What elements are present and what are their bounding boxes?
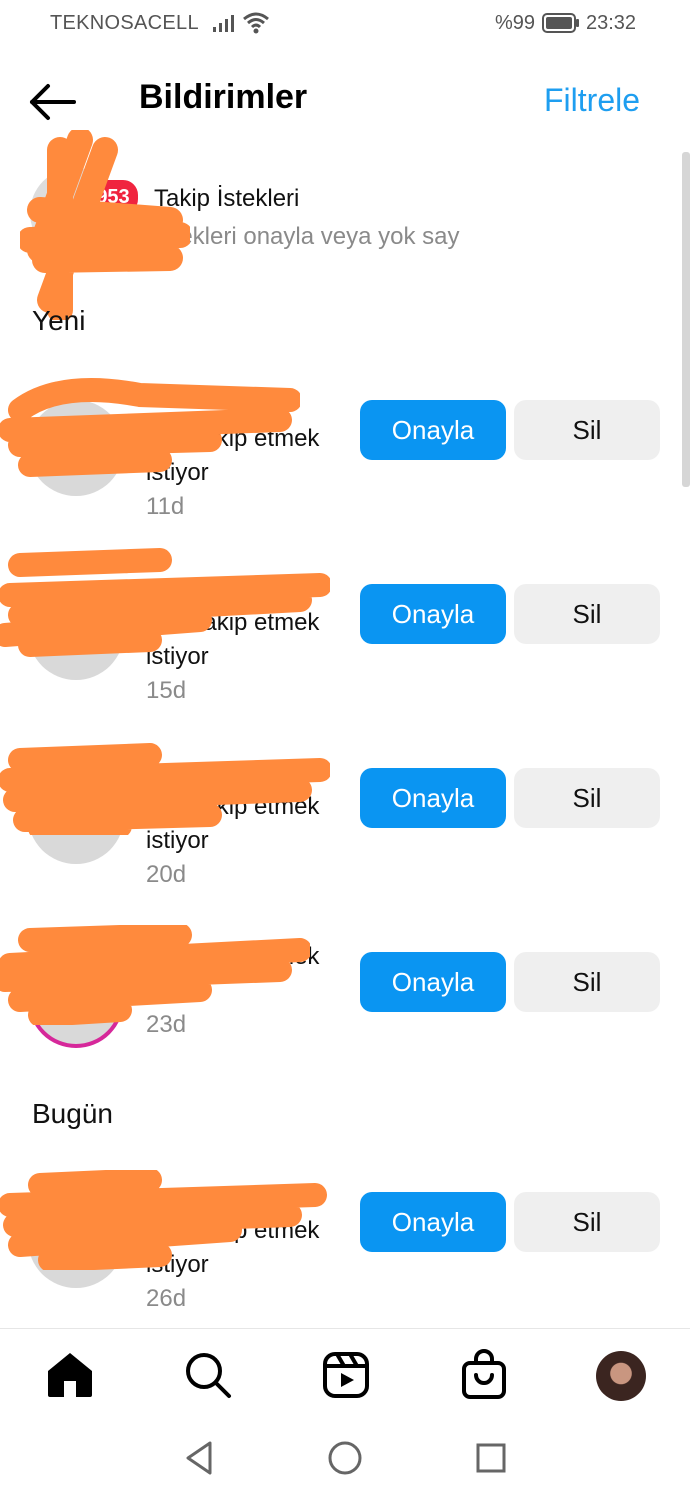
request-message: seni takip etmek istiyor (146, 609, 320, 670)
clock: 23:32 (586, 12, 637, 34)
section-today-label: Bugün (32, 1098, 113, 1129)
tab-search[interactable] (182, 1349, 234, 1401)
arrow-left-icon (30, 84, 76, 120)
avatar[interactable] (28, 400, 124, 496)
request-text-block: seni takip etmek istiyor 23d (146, 940, 346, 1042)
request-message: seni takip etmek istiyor (146, 793, 320, 854)
approve-button[interactable]: Onayla (360, 400, 506, 460)
request-message: seni takip etmek istiyor (146, 1217, 320, 1278)
approve-button[interactable]: Onayla (360, 952, 506, 1012)
avatar[interactable] (28, 1192, 124, 1288)
nav-back-button[interactable] (180, 1438, 220, 1478)
battery-icon (542, 13, 579, 33)
tab-home[interactable] (44, 1349, 96, 1401)
timestamp: 26d (146, 1285, 187, 1312)
bottom-tab-bar (0, 1328, 690, 1421)
username[interactable] (146, 388, 346, 422)
request-text-block: seni takip etmek istiyor 11d (146, 388, 346, 524)
signal-icon (213, 15, 234, 32)
system-nav-bar (0, 1420, 690, 1495)
username[interactable] (146, 1180, 346, 1214)
profile-avatar[interactable] (596, 1351, 646, 1401)
reels-icon (323, 1352, 369, 1398)
list-item[interactable]: seni takip etmek istiyor 11d Onayla Sil (0, 380, 680, 550)
status-bar: TEKNOSACELL %99 23:32 (0, 0, 690, 48)
delete-button[interactable]: Sil (514, 1192, 660, 1252)
shop-icon (462, 1349, 506, 1399)
header: Bildirimler Filtrele (0, 60, 690, 144)
back-button[interactable] (26, 82, 80, 122)
approve-button[interactable]: Onayla (360, 768, 506, 828)
follow-requests-subtitle: İstekleri onayla veya yok say (154, 223, 460, 250)
request-message: seni takip etmek istiyor (146, 943, 320, 1004)
circle-home-icon (328, 1441, 362, 1475)
tab-shop[interactable] (458, 1349, 510, 1401)
approve-button[interactable]: Onayla (360, 1192, 506, 1252)
list-item[interactable]: seni takip etmek istiyor 26d Onayla Sil (0, 1172, 680, 1342)
list-item[interactable]: seni takip etmek istiyor 23d Onayla Sil (0, 932, 680, 1102)
timestamp: 20d (146, 861, 187, 888)
request-text-block: seni takip etmek istiyor 26d (146, 1180, 346, 1316)
nav-home-button[interactable] (325, 1438, 365, 1478)
list-item[interactable]: seni takip etmek istiyor 15d Onayla Sil (0, 564, 680, 734)
search-icon (186, 1353, 231, 1398)
avatar[interactable] (28, 584, 124, 680)
request-message: seni takip etmek istiyor (146, 425, 320, 486)
username[interactable] (146, 572, 346, 606)
triangle-back-icon (186, 1441, 212, 1475)
wifi-icon (243, 12, 269, 34)
timestamp: 15d (146, 677, 187, 704)
battery-percent: %99 (495, 12, 536, 34)
timestamp: 23d (146, 1011, 187, 1038)
page-title: Bildirimler (139, 78, 308, 116)
request-count-badge: 953 (86, 178, 140, 216)
approve-button[interactable]: Onayla (360, 584, 506, 644)
delete-button[interactable]: Sil (514, 952, 660, 1012)
avatar[interactable] (28, 768, 124, 864)
tab-reels[interactable] (320, 1349, 372, 1401)
home-icon (48, 1353, 92, 1397)
request-text-block: seni takip etmek istiyor 20d (146, 756, 346, 892)
avatar[interactable] (28, 952, 124, 1048)
username[interactable] (146, 756, 346, 790)
timestamp: 11d (146, 493, 185, 520)
delete-button[interactable]: Sil (514, 584, 660, 644)
nav-recents-button[interactable] (471, 1438, 511, 1478)
request-text-block: seni takip etmek istiyor 15d (146, 572, 346, 708)
section-new-label: Yeni (32, 305, 86, 336)
delete-button[interactable]: Sil (514, 400, 660, 460)
filter-button[interactable]: Filtrele (544, 82, 640, 119)
scrollbar[interactable] (682, 152, 690, 487)
list-item[interactable]: seni takip etmek istiyor 20d Onayla Sil (0, 748, 680, 918)
delete-button[interactable]: Sil (514, 768, 660, 828)
follow-requests-title: Takip İstekleri (154, 185, 300, 212)
carrier-name: TEKNOSACELL (50, 12, 199, 34)
square-recents-icon (476, 1443, 506, 1473)
